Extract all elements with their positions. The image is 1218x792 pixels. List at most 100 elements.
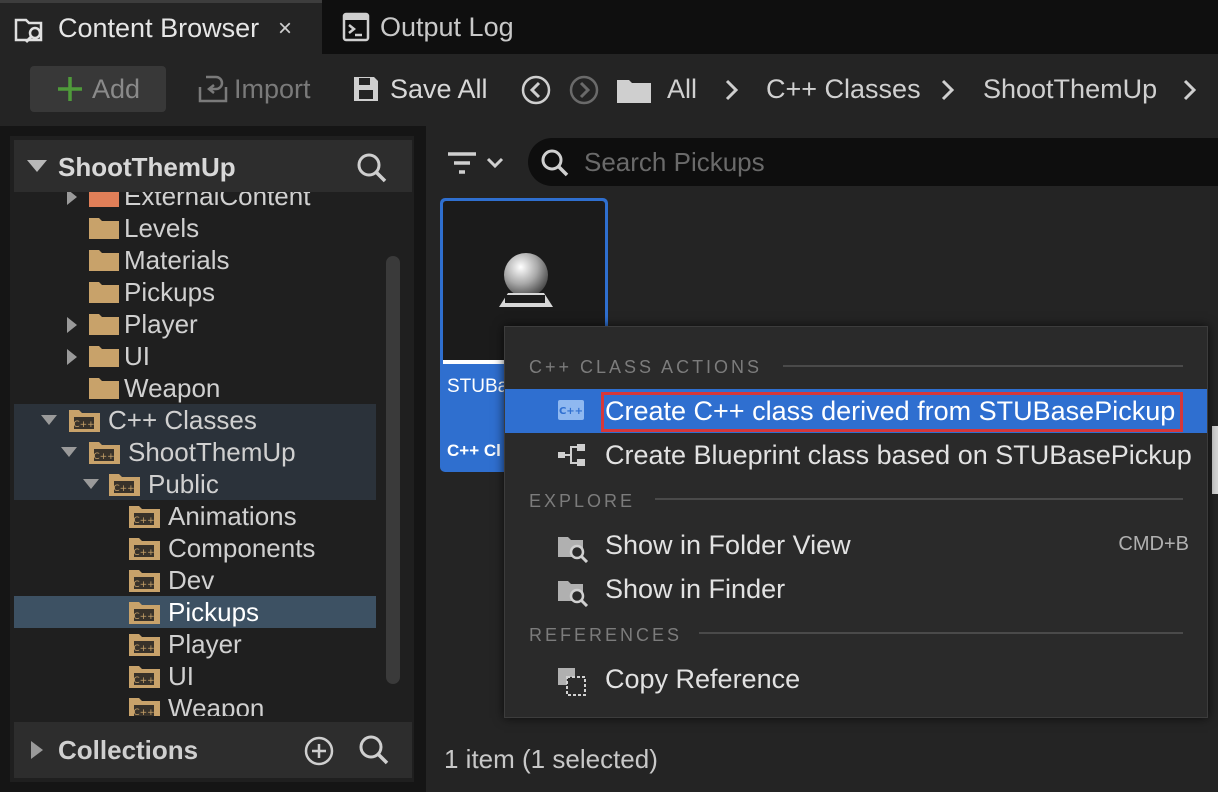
caret-right-icon[interactable]: [66, 192, 78, 206]
tree-row[interactable]: Weapon: [14, 372, 376, 404]
import-icon: [196, 73, 230, 105]
context-menu: C++ CLASS ACTIONS C++ Create C++ class d…: [504, 326, 1208, 718]
cpp-folder-icon: C++: [128, 600, 162, 626]
tree-row[interactable]: Pickups: [14, 276, 376, 308]
svg-text:C++: C++: [113, 484, 134, 494]
breadcrumb-all[interactable]: All: [667, 74, 697, 105]
search-icon[interactable]: [358, 734, 390, 766]
tree-row-label: Materials: [124, 245, 230, 275]
menu-item-create-blueprint-class[interactable]: Create Blueprint class based on STUBaseP…: [505, 433, 1207, 477]
filter-icon[interactable]: [446, 150, 508, 178]
close-icon[interactable]: ×: [278, 15, 292, 43]
chevron-right-icon[interactable]: [940, 78, 956, 102]
caret-down-icon[interactable]: [40, 414, 58, 426]
add-button[interactable]: Add: [30, 66, 166, 112]
cpp-folder-icon: C++: [128, 632, 162, 658]
tree-row[interactable]: C++ Weapon: [14, 692, 376, 716]
tree-row-label: Pickups: [168, 597, 260, 627]
folder-search-icon: [557, 533, 589, 563]
tab-output-log[interactable]: Output Log: [330, 0, 570, 54]
folder-tree: ExternalContent Levels Materials Pickups…: [14, 192, 384, 716]
cpp-folder-icon: C++: [128, 664, 162, 690]
breadcrumb-cpp-classes[interactable]: C++ Classes: [766, 74, 921, 105]
menu-item-label: Show in Folder View: [605, 530, 851, 560]
side-panel-handle[interactable]: [1212, 426, 1218, 494]
folder-icon: [88, 192, 120, 208]
tree-row[interactable]: Materials: [14, 244, 376, 276]
shortcut-text: CMD+B: [1118, 533, 1189, 555]
section-header-references: REFERENCES: [529, 625, 683, 645]
breadcrumb-shootthemup[interactable]: ShootThemUp: [983, 74, 1157, 105]
sources-header[interactable]: ShootThemUp: [14, 140, 412, 192]
menu-item-create-cpp-class[interactable]: C++ Create C++ class derived from STUBas…: [505, 389, 1207, 433]
import-button[interactable]: Import: [196, 66, 311, 112]
caret-down-icon[interactable]: [60, 446, 78, 458]
add-collection-icon[interactable]: [304, 736, 334, 766]
tree-row-label: Weapon: [124, 373, 221, 403]
save-icon: [352, 75, 380, 103]
tree-row[interactable]: C++ C++ Classes: [14, 404, 376, 436]
tree-row[interactable]: ExternalContent: [14, 192, 376, 212]
caret-down-icon[interactable]: [26, 159, 48, 173]
folder-icon: [88, 280, 120, 304]
tree-row[interactable]: C++ Public: [14, 468, 376, 500]
tree-scrollbar[interactable]: [386, 256, 400, 684]
tree-row[interactable]: C++ Player: [14, 628, 376, 660]
tree-row[interactable]: UI: [14, 340, 376, 372]
caret-right-icon[interactable]: [66, 348, 78, 366]
collections-label: Collections: [58, 735, 199, 765]
search-icon[interactable]: [356, 152, 388, 184]
status-text: 1 item (1 selected): [444, 744, 658, 774]
caret-right-icon[interactable]: [66, 316, 78, 334]
folder-icon: [88, 376, 120, 400]
folder-search-icon: [557, 577, 589, 607]
tree-row[interactable]: C++ Animations: [14, 500, 376, 532]
blueprint-class-icon: [557, 443, 587, 467]
tree-row-label: Player: [168, 629, 242, 659]
tree-row-label: Pickups: [124, 277, 216, 307]
tree-row[interactable]: C++ Dev: [14, 564, 376, 596]
plus-icon: [56, 75, 84, 103]
svg-text:C++: C++: [133, 580, 154, 590]
menu-item-copy-reference[interactable]: Copy Reference: [505, 657, 1207, 701]
tab-bar: Content Browser × Output Log: [0, 0, 1218, 54]
actor-class-icon: [495, 251, 555, 313]
folder-icon: [88, 216, 120, 240]
chevron-right-icon[interactable]: [1182, 78, 1198, 102]
tree-row-label: Public: [148, 469, 219, 499]
save-all-button[interactable]: Save All: [352, 66, 488, 112]
folder-icon: [88, 344, 120, 368]
cpp-folder-icon: C++: [128, 568, 162, 594]
folder-icon: [616, 76, 652, 104]
menu-item-label: Show in Finder: [605, 574, 786, 604]
tree-row[interactable]: C++ Components: [14, 532, 376, 564]
svg-text:C++: C++: [133, 676, 154, 686]
cpp-class-icon: C++: [557, 399, 585, 421]
menu-item-show-in-folder-view[interactable]: Show in Folder View CMD+B: [505, 523, 1207, 567]
collections-header[interactable]: Collections: [14, 722, 412, 778]
cpp-folder-icon: C++: [128, 504, 162, 530]
tab-label: Output Log: [380, 11, 514, 42]
tree-row[interactable]: Levels: [14, 212, 376, 244]
tab-content-browser[interactable]: Content Browser ×: [0, 0, 322, 54]
back-arrow-icon[interactable]: [520, 74, 552, 106]
copy-reference-icon: [557, 667, 587, 697]
chevron-right-icon[interactable]: [724, 78, 740, 102]
tree-row-selected[interactable]: C++ Pickups: [14, 596, 376, 628]
tree-row[interactable]: Player: [14, 308, 376, 340]
search-input[interactable]: Search Pickups: [528, 138, 1218, 186]
caret-down-icon[interactable]: [82, 478, 100, 490]
tree-row-label: Components: [168, 533, 316, 563]
menu-item-label: Create Blueprint class based on STUBaseP…: [605, 440, 1192, 470]
caret-right-icon[interactable]: [30, 740, 44, 760]
menu-item-label: Create C++ class derived from STUBasePic…: [605, 396, 1176, 426]
tree-row-label: ShootThemUp: [128, 437, 296, 467]
cpp-folder-icon: C++: [68, 408, 102, 434]
forward-arrow-icon[interactable]: [568, 74, 600, 106]
menu-item-show-in-finder[interactable]: Show in Finder: [505, 567, 1207, 611]
tree-row[interactable]: C++ ShootThemUp: [14, 436, 376, 468]
tree-row[interactable]: C++ UI: [14, 660, 376, 692]
add-label: Add: [92, 73, 141, 104]
tree-row-label: UI: [168, 661, 194, 691]
cpp-folder-icon: C++: [88, 440, 122, 466]
